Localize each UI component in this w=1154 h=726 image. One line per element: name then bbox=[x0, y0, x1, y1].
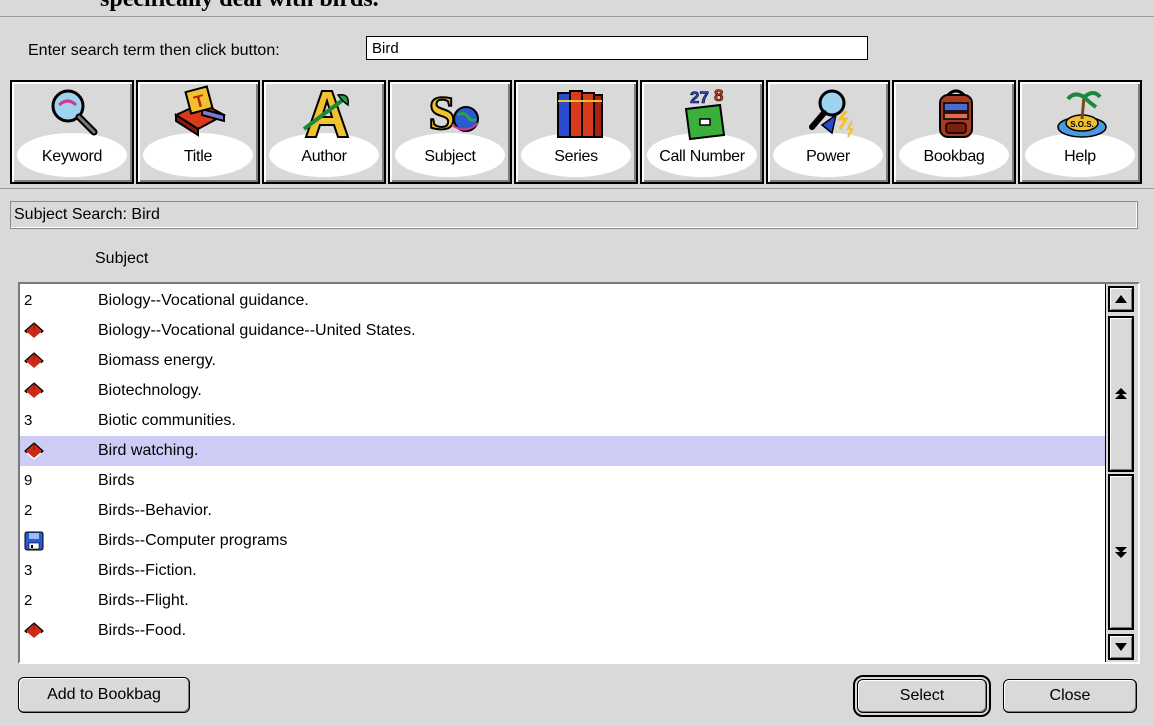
author-quill-icon bbox=[302, 90, 350, 138]
subject-heading: Biology--Vocational guidance--United Sta… bbox=[98, 322, 416, 339]
bookbag-icon bbox=[939, 89, 973, 138]
item-count: 3 bbox=[24, 412, 33, 429]
add-to-bookbag-button[interactable]: Add to Bookbag bbox=[18, 677, 190, 713]
power-button[interactable]: Power bbox=[766, 80, 890, 184]
list-item[interactable]: Birds--Computer programs bbox=[20, 526, 1106, 556]
subject-column-header[interactable]: Subject bbox=[95, 250, 148, 268]
list-item[interactable]: 2 Birds--Behavior. bbox=[20, 496, 1106, 526]
sos-island-icon: S.O.S. bbox=[1057, 91, 1107, 138]
top-divider bbox=[0, 16, 1154, 17]
close-button[interactable]: Close bbox=[1003, 679, 1137, 713]
list-item[interactable]: Biology--Vocational guidance--United Sta… bbox=[20, 316, 1106, 346]
svg-text:27: 27 bbox=[690, 88, 709, 107]
status-bar: Subject Search: Bird bbox=[10, 201, 1138, 229]
subject-label: Subject bbox=[424, 148, 476, 165]
help-label: Help bbox=[1064, 148, 1096, 165]
page-up-button[interactable] bbox=[1108, 316, 1134, 472]
call-number-button[interactable]: 27 8 Call Number bbox=[640, 80, 764, 184]
double-arrow-down-icon bbox=[1115, 547, 1127, 558]
list-item[interactable]: Bird watching. bbox=[20, 436, 1106, 466]
scroll-up-button[interactable] bbox=[1108, 286, 1134, 312]
item-count: 2 bbox=[24, 502, 33, 519]
item-count: 9 bbox=[24, 472, 33, 489]
title-label: Title bbox=[183, 148, 213, 165]
list-item[interactable]: Biomass energy. bbox=[20, 346, 1106, 376]
subject-button[interactable]: S Subject bbox=[388, 80, 512, 184]
subject-heading: Birds--Flight. bbox=[98, 592, 189, 609]
item-count: 2 bbox=[24, 292, 33, 309]
call-number-label: Call Number bbox=[659, 148, 745, 165]
book-icon bbox=[23, 620, 45, 642]
list-item[interactable]: 2 Birds--Flight. bbox=[20, 586, 1106, 616]
book-icon bbox=[23, 440, 45, 462]
item-count: 2 bbox=[24, 592, 33, 609]
title-button[interactable]: T Title bbox=[136, 80, 260, 184]
list-item[interactable]: 9 Birds bbox=[20, 466, 1106, 496]
subject-heading: Birds--Behavior. bbox=[98, 502, 212, 519]
subject-heading: Bird watching. bbox=[98, 442, 199, 459]
subject-heading: Biotechnology. bbox=[98, 382, 202, 399]
subject-heading: Birds--Food. bbox=[98, 622, 187, 639]
floppy-disk-icon bbox=[23, 530, 45, 552]
subject-globe-icon: S bbox=[428, 86, 479, 141]
list-item[interactable]: 3 Birds--Fiction. bbox=[20, 556, 1106, 586]
book-icon bbox=[23, 320, 45, 342]
help-button[interactable]: S.O.S. Help bbox=[1018, 80, 1142, 184]
title-book-icon: T bbox=[173, 85, 227, 137]
search-label: Enter search term then click button: bbox=[28, 42, 280, 59]
subject-heading: Birds bbox=[98, 472, 135, 489]
power-lightning-icon bbox=[809, 89, 854, 138]
list-item[interactable]: Birds--Food. bbox=[20, 616, 1106, 646]
keyword-label: Keyword bbox=[41, 148, 103, 165]
svg-text:S: S bbox=[429, 87, 456, 140]
double-arrow-up-icon bbox=[1115, 388, 1127, 399]
series-label: Series bbox=[554, 148, 598, 165]
vertical-scrollbar[interactable] bbox=[1105, 284, 1138, 662]
bookbag-button[interactable]: Bookbag bbox=[892, 80, 1016, 184]
toolbar-divider bbox=[0, 188, 1154, 189]
list-item[interactable]: Biotechnology. bbox=[20, 376, 1106, 406]
subject-heading: Biotic communities. bbox=[98, 412, 236, 429]
scroll-down-button[interactable] bbox=[1108, 634, 1134, 660]
arrow-up-icon bbox=[1115, 295, 1127, 303]
subject-heading: Biomass energy. bbox=[98, 352, 216, 369]
subject-list: 2 Biology--Vocational guidance. Biology--V… bbox=[18, 282, 1140, 664]
item-count: 3 bbox=[24, 562, 33, 579]
subject-heading: Birds--Computer programs bbox=[98, 532, 288, 549]
page-down-button[interactable] bbox=[1108, 474, 1134, 630]
select-button[interactable]: Select bbox=[853, 675, 991, 717]
book-icon bbox=[23, 350, 45, 372]
list-item[interactable]: 2 Biology--Vocational guidance. bbox=[20, 286, 1106, 316]
list-item[interactable]: 3 Biotic communities. bbox=[20, 406, 1106, 436]
author-label: Author bbox=[301, 148, 347, 165]
power-label: Power bbox=[806, 148, 850, 165]
arrow-down-icon bbox=[1115, 643, 1127, 651]
book-icon bbox=[23, 380, 45, 402]
magnifier-icon bbox=[51, 89, 98, 136]
search-input[interactable] bbox=[366, 36, 868, 60]
subject-heading: Biology--Vocational guidance. bbox=[98, 292, 309, 309]
series-button[interactable]: Series bbox=[514, 80, 638, 184]
call-number-box-icon: 27 8 bbox=[684, 86, 726, 141]
author-button[interactable]: Author bbox=[262, 80, 386, 184]
page-caption: specifically deal with birds. bbox=[100, 0, 379, 11]
keyword-button[interactable]: Keyword bbox=[10, 80, 134, 184]
subject-heading: Birds--Fiction. bbox=[98, 562, 197, 579]
bookbag-label: Bookbag bbox=[923, 148, 985, 165]
series-books-icon bbox=[557, 90, 603, 138]
subject-list-rows: 2 Biology--Vocational guidance. Biology--V… bbox=[20, 286, 1106, 646]
svg-text:8: 8 bbox=[714, 86, 723, 105]
svg-text:S.O.S.: S.O.S. bbox=[1070, 120, 1094, 129]
